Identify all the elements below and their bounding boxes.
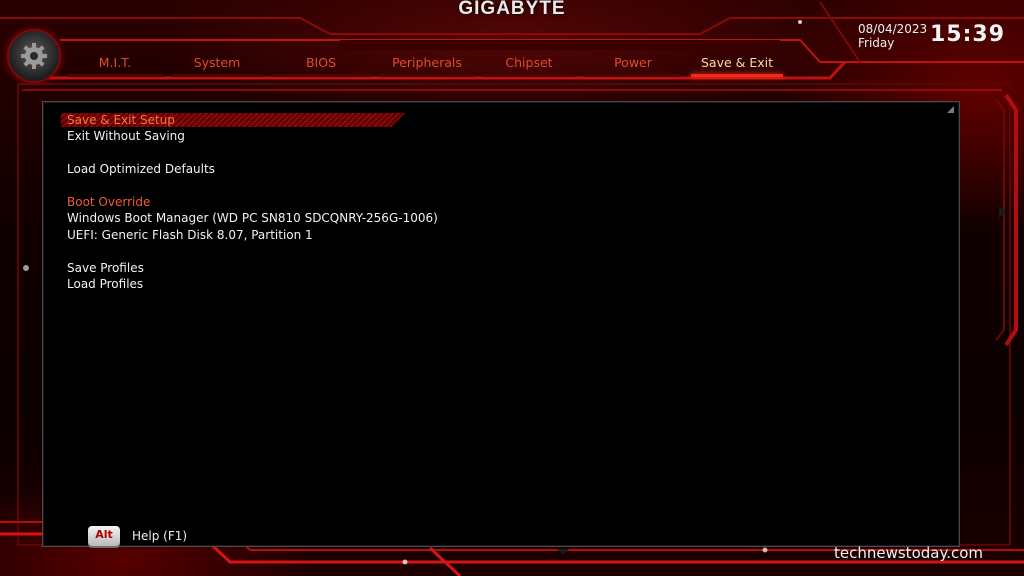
day-text: Friday <box>858 36 895 50</box>
watermark-text: technewstoday.com <box>834 544 983 562</box>
gear-icon-graphic <box>21 43 47 69</box>
exit-without-saving-item[interactable]: Exit Without Saving <box>67 129 185 143</box>
panel-corner-icon <box>947 106 954 113</box>
boot-override-header: Boot Override <box>67 195 151 209</box>
load-optimized-defaults-item[interactable]: Load Optimized Defaults <box>67 162 215 176</box>
clock-time: 15:39 <box>930 22 1006 47</box>
date-text: 08/04/2023 <box>858 22 928 36</box>
tab-power[interactable]: Power <box>585 52 681 77</box>
gear-icon[interactable] <box>7 29 61 83</box>
tab-chipset[interactable]: Chipset <box>483 52 575 77</box>
tab-bios[interactable]: BIOS <box>271 52 371 77</box>
side-arrow-icon <box>999 206 1006 218</box>
help-label: Help (F1) <box>132 529 188 543</box>
save-profiles-item[interactable]: Save Profiles <box>67 261 144 275</box>
date-display: 08/04/2023 Friday <box>858 22 927 50</box>
main-panel: Save & Exit Setup Exit Without Saving Lo… <box>42 101 960 547</box>
tab-peripherals[interactable]: Peripherals <box>379 52 475 77</box>
save-exit-setup-item[interactable]: Save & Exit Setup <box>61 113 405 127</box>
boot-option-uefi-flash[interactable]: UEFI: Generic Flash Disk 8.07, Partition… <box>67 228 313 242</box>
tab-save-exit[interactable]: Save & Exit <box>691 52 783 77</box>
tab-system[interactable]: System <box>171 52 263 77</box>
scroll-down-arrow-icon <box>557 549 569 555</box>
bios-screen: GIGABYTE M.I.T. System BIOS Peripherals … <box>0 0 1024 576</box>
alt-key-icon: Alt <box>88 526 120 546</box>
help-hint[interactable]: Alt Help (F1) <box>88 526 187 546</box>
tab-mit[interactable]: M.I.T. <box>67 52 163 77</box>
gigabyte-logo: GIGABYTE <box>458 0 566 19</box>
boot-option-windows[interactable]: Windows Boot Manager (WD PC SN810 SDCQNR… <box>67 211 438 225</box>
load-profiles-item[interactable]: Load Profiles <box>67 277 143 291</box>
